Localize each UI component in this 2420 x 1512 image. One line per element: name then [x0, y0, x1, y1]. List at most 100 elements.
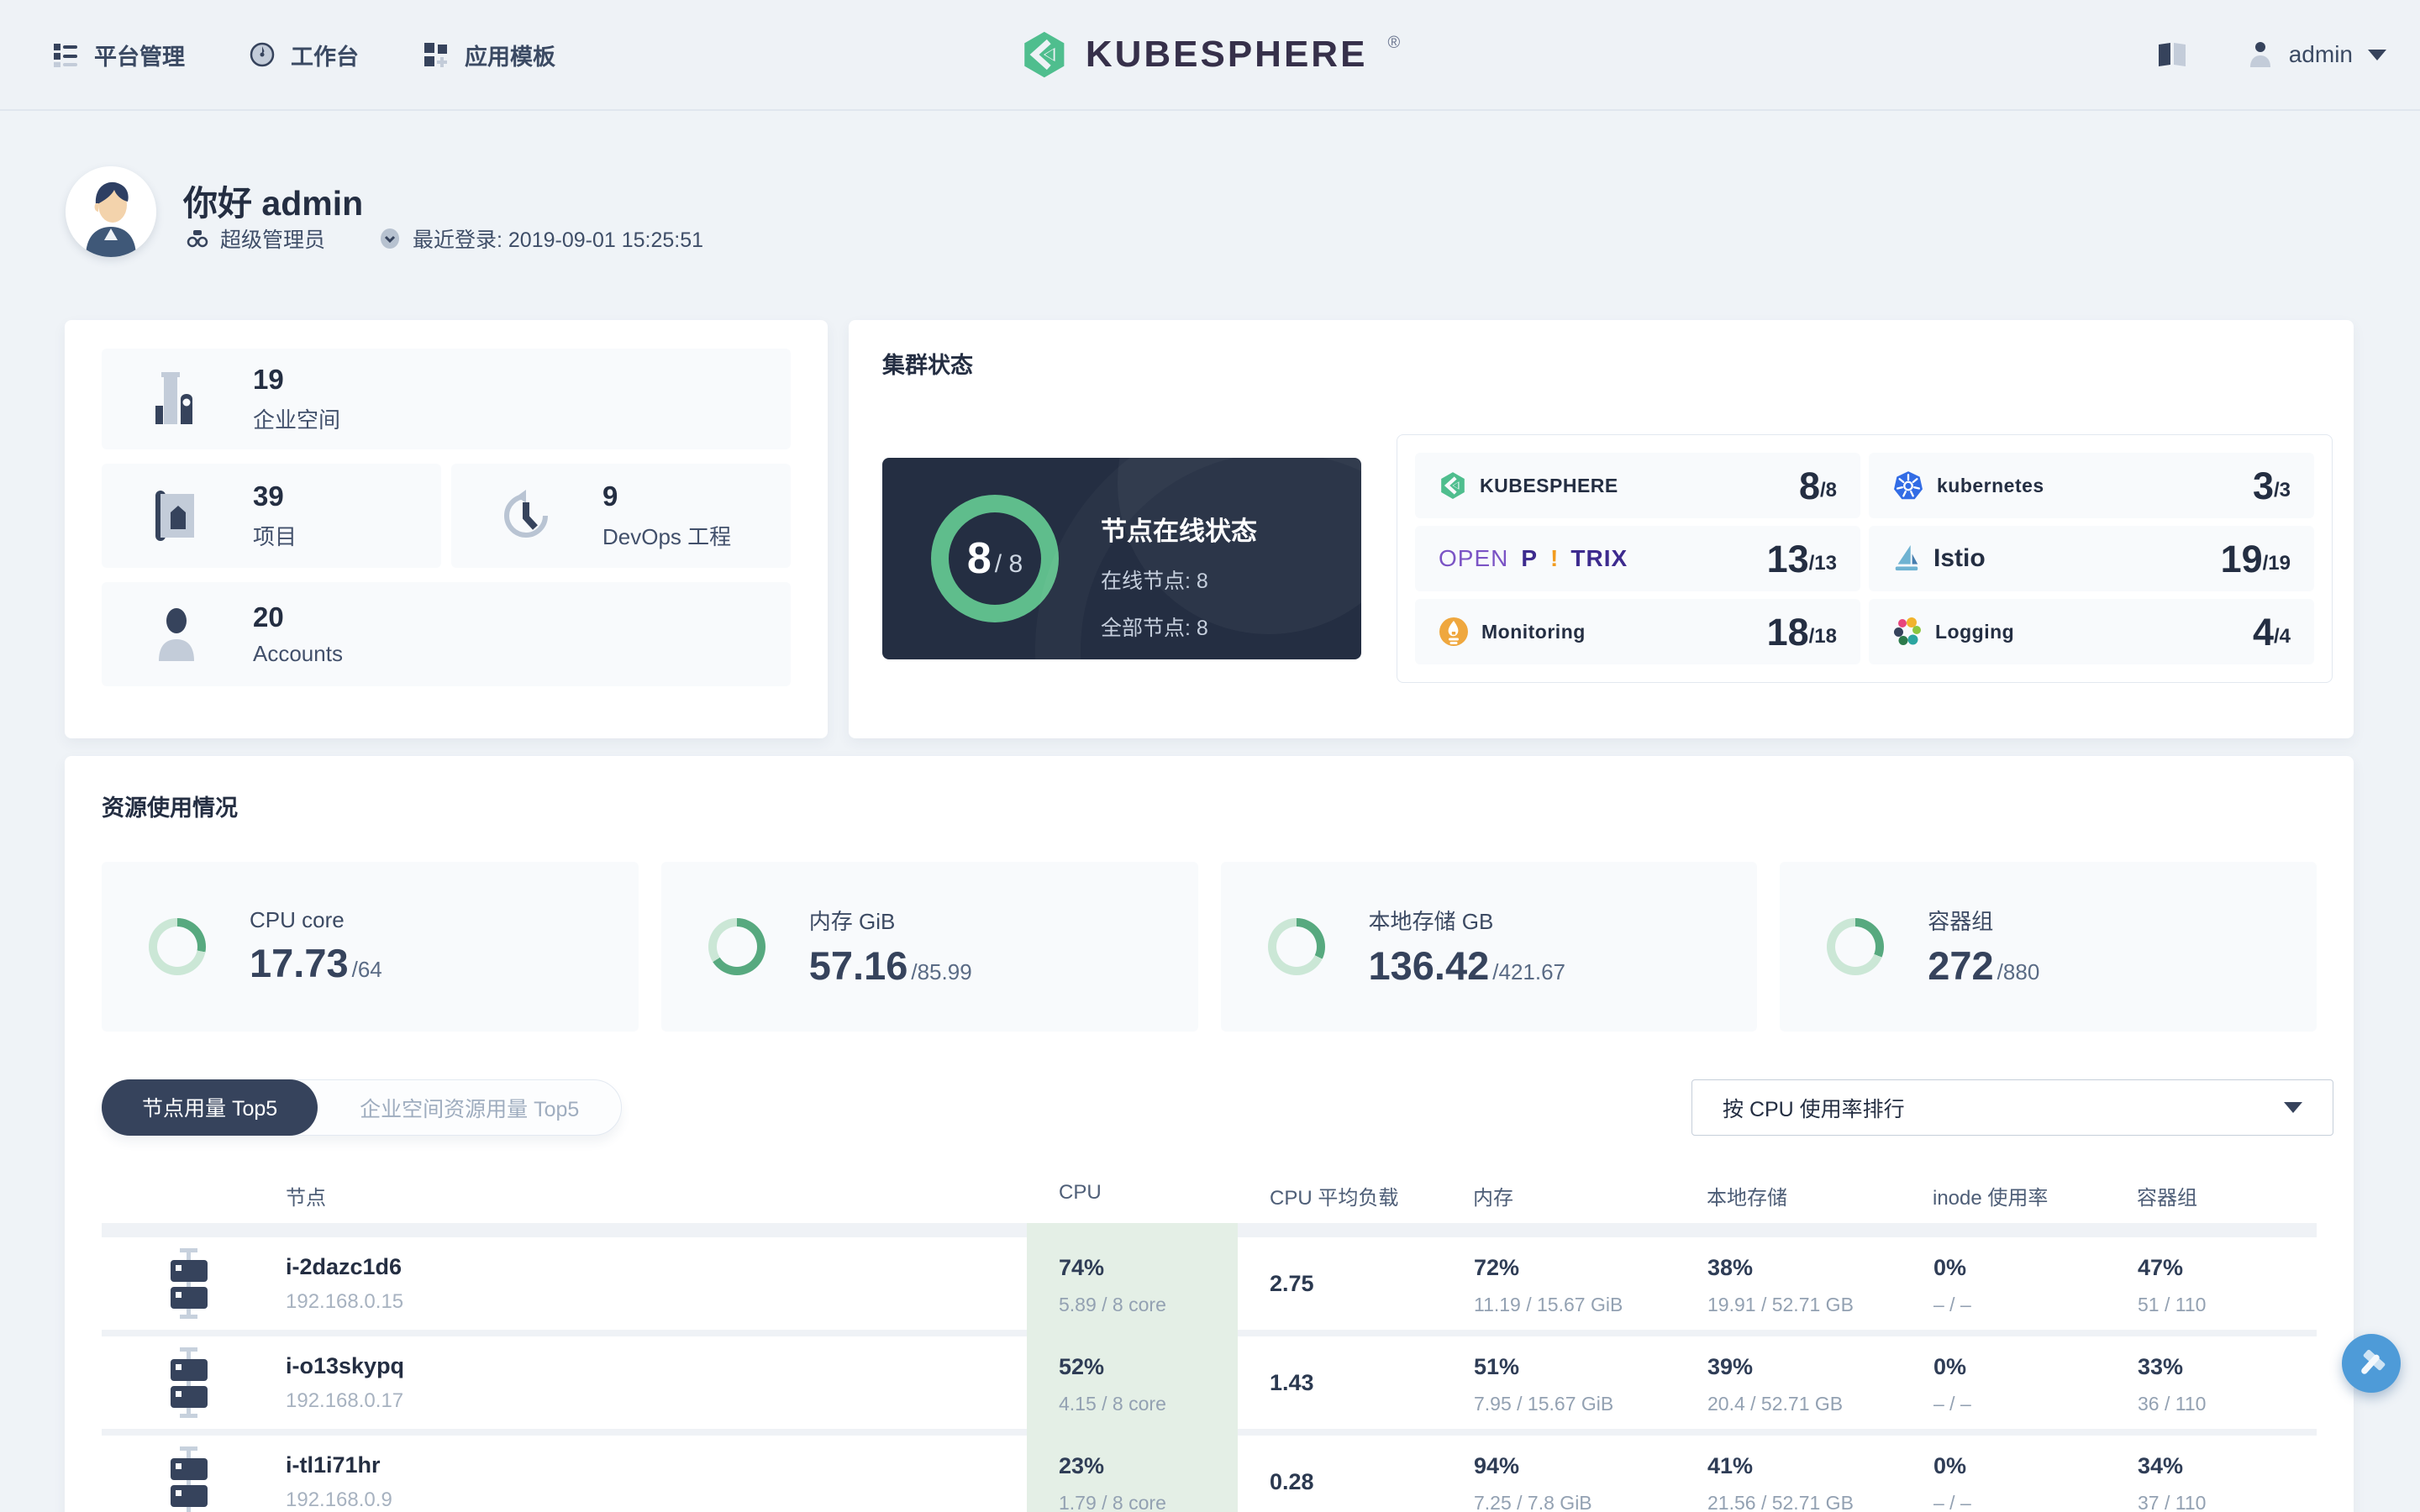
component-total: /13 — [1808, 551, 1837, 575]
resource-value: 57.16 — [808, 943, 908, 988]
inode-cell: 0% – / – — [1901, 1237, 2105, 1330]
resource-text: 容器组 272 /880 — [1928, 905, 2039, 989]
resource-card: 本地存储 GB 136.42 /421.67 — [1220, 862, 1758, 1032]
chevron-down-icon — [2368, 49, 2386, 60]
component-openpitrix: OPEN P! TRIX 13 /13 — [1415, 526, 1860, 591]
pods-percent: 34% — [2138, 1453, 2184, 1478]
tab-workspace-usage-top5[interactable]: 企业空间资源用量 Top5 — [318, 1093, 621, 1123]
storage-percent: 38% — [1707, 1255, 1754, 1280]
stat-value: 20 — [253, 601, 284, 633]
user-menu[interactable]: admin — [2247, 40, 2386, 69]
workspace-icon — [155, 372, 192, 424]
cpu-percent: 74% — [1059, 1255, 1105, 1280]
resource-value-row: 57.16 /85.99 — [809, 942, 972, 989]
components-box: KUBESPHERE 8 /8 kubernetes 3 /3 OPEN P !… — [1397, 434, 2333, 683]
memory-cell: 94% 7.25 / 7.8 GiB — [1441, 1436, 1675, 1512]
component-value: 19 — [2220, 537, 2263, 580]
inode-percent: 0% — [1933, 1255, 1967, 1280]
column-header-memory: 内存 — [1473, 1187, 1513, 1210]
node-ip: 192.168.0.17 — [286, 1389, 404, 1412]
component-count: 3 /3 — [2253, 467, 2291, 505]
nav-item-platform[interactable]: 平台管理 — [52, 39, 185, 71]
memory-detail: 11.19 / 15.67 GiB — [1474, 1294, 1623, 1315]
server-icon — [171, 1446, 208, 1512]
brand[interactable]: KUBESPHERE ® — [1020, 0, 1400, 109]
resource-panel-title: 资源使用情况 — [102, 795, 238, 821]
last-login: 最近登录: 2019-09-01 15:25:51 — [379, 223, 703, 254]
component-total: /19 — [2262, 551, 2291, 575]
role-icon — [187, 230, 208, 248]
dropdown-caret-icon — [2284, 1102, 2302, 1113]
resource-value: 272 — [1928, 943, 1994, 988]
stat-card-workspaces[interactable]: 19 企业空间 — [102, 349, 791, 449]
component-count: 8 /8 — [1799, 467, 1837, 505]
resource-value: 136.42 — [1368, 943, 1490, 988]
app-grid-icon — [424, 43, 447, 67]
resource-label: CPU core — [250, 907, 345, 932]
docs-icon[interactable] — [2156, 41, 2188, 68]
inode-detail: – / – — [1933, 1393, 1971, 1415]
node-ip: 192.168.0.15 — [286, 1289, 404, 1313]
node-cell: i-tl1i71hr 192.168.0.9 — [102, 1436, 1027, 1512]
component-value: 18 — [1766, 610, 1809, 654]
component-monitoring: Monitoring 18 /18 — [1415, 599, 1860, 664]
cpu-cell: 74% 5.89 / 8 core — [1027, 1237, 1238, 1330]
inode-detail: – / – — [1933, 1492, 1971, 1512]
nav-item-label: 平台管理 — [94, 44, 185, 70]
component-total: /3 — [2273, 478, 2291, 501]
table-row[interactable]: i-o13skypq 192.168.0.17 52% 4.15 / 8 cor… — [102, 1336, 2317, 1429]
resource-total: /64 — [351, 957, 382, 982]
cpu-cell: 52% 4.15 / 8 core — [1027, 1336, 1238, 1429]
stat-card-projects[interactable]: 39 项目 — [102, 464, 441, 568]
component-name: Istio — [1933, 544, 1986, 572]
usage-ring-chart — [149, 918, 206, 975]
node-status-texts: 节点在线状态 在线节点: 8 全部节点: 8 — [1101, 510, 1257, 642]
sort-dropdown[interactable]: 按 CPU 使用率排行 — [1691, 1079, 2333, 1136]
toolbox-fab-button[interactable] — [2342, 1334, 2401, 1393]
storage-percent: 41% — [1707, 1453, 1754, 1478]
usage-ring-chart — [1827, 918, 1885, 975]
platform-list-icon — [54, 44, 77, 67]
stat-card-accounts[interactable]: 20 Accounts — [102, 582, 791, 686]
resource-label: 本地存储 GB — [1368, 909, 1494, 934]
component-count: 13 /13 — [1767, 540, 1837, 578]
node-text: i-o13skypq 192.168.0.17 — [286, 1353, 404, 1413]
storage-percent: 39% — [1707, 1354, 1754, 1379]
resource-text: CPU core 17.73 /64 — [250, 907, 382, 986]
usage-ring-chart — [1267, 918, 1325, 975]
stat-card-devops[interactable]: 9 DevOps 工程 — [451, 464, 791, 568]
brand-registered-mark: ® — [1387, 33, 1401, 52]
avatar-illustration — [66, 166, 156, 257]
resource-card: 容器组 272 /880 — [1780, 862, 2317, 1032]
nav-item-app-templates[interactable]: 应用模板 — [423, 39, 555, 71]
pods-percent: 33% — [2138, 1354, 2184, 1379]
tab-node-usage-top5[interactable]: 节点用量 Top5 — [102, 1079, 318, 1136]
table-header: 节点 CPU CPU 平均负载 内存 本地存储 inode 使用率 容器组 — [102, 1181, 2317, 1210]
component-value: 8 — [1798, 464, 1820, 507]
component-count: 4 /4 — [2253, 613, 2291, 651]
node-text: i-2dazc1d6 192.168.0.15 — [286, 1254, 403, 1314]
openpitrix-text-bang: ! — [1550, 545, 1559, 571]
table-row[interactable]: i-2dazc1d6 192.168.0.15 74% 5.89 / 8 cor… — [102, 1237, 2317, 1330]
resource-text: 本地存储 GB 136.42 /421.67 — [1369, 905, 1566, 989]
memory-percent: 72% — [1474, 1255, 1520, 1280]
storage-detail: 19.91 / 52.71 GB — [1707, 1294, 1854, 1315]
node-name: i-2dazc1d6 — [286, 1253, 402, 1279]
component-kubesphere: KUBESPHERE 8 /8 — [1415, 453, 1860, 518]
server-icon — [171, 1347, 208, 1418]
component-value: 3 — [2252, 464, 2274, 507]
pods-detail: 36 / 110 — [2138, 1393, 2207, 1415]
table-row[interactable]: i-tl1i71hr 192.168.0.9 23% 1.79 / 8 core… — [102, 1436, 2317, 1512]
components-grid: KUBESPHERE 8 /8 kubernetes 3 /3 OPEN P !… — [1415, 453, 2314, 664]
component-kubernetes: kubernetes 3 /3 — [1869, 453, 2314, 518]
kubesphere-logo-icon — [1024, 31, 1065, 78]
devops-icon — [504, 490, 548, 538]
nav-item-label: 应用模板 — [465, 44, 555, 70]
cpu-cell: 23% 1.79 / 8 core — [1027, 1436, 1238, 1512]
nav-item-workbench[interactable]: 工作台 — [249, 39, 359, 71]
resource-label: 内存 GiB — [808, 909, 896, 934]
server-icon — [171, 1248, 208, 1319]
monitoring-icon — [1439, 617, 1468, 646]
resource-total: /421.67 — [1492, 959, 1566, 984]
component-count: 19 /19 — [2221, 540, 2291, 578]
